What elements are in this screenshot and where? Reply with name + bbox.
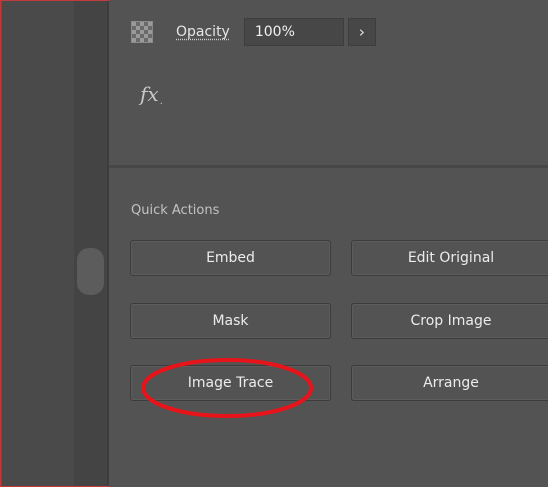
panel-scroll-track	[74, 1, 107, 486]
highlight-ellipse	[141, 358, 313, 418]
left-gutter	[2, 1, 74, 486]
fx-icon[interactable]: fx.	[140, 82, 163, 107]
fx-icon-dot: .	[159, 96, 163, 107]
scrollbar-thumb[interactable]	[77, 248, 104, 295]
fx-icon-glyph: fx	[140, 82, 159, 106]
opacity-input[interactable]: 100%	[243, 18, 344, 46]
opacity-row: Opacity 100% ›	[131, 18, 376, 46]
chevron-right-icon: ›	[358, 23, 365, 41]
opacity-label[interactable]: Opacity	[176, 24, 230, 40]
transparency-icon[interactable]	[131, 21, 153, 43]
opacity-value: 100%	[254, 24, 295, 40]
highlight-annotation	[141, 358, 313, 418]
quick-actions-section: Quick Actions Embed Edit Original Mask C…	[109, 168, 548, 487]
edit-original-button[interactable]: Edit Original	[351, 240, 548, 276]
embed-button[interactable]: Embed	[130, 240, 331, 276]
arrange-button[interactable]: Arrange	[351, 365, 548, 401]
mask-button[interactable]: Mask	[130, 303, 331, 339]
opacity-expand-button[interactable]: ›	[347, 18, 376, 46]
quick-actions-title: Quick Actions	[131, 203, 220, 218]
crop-image-button[interactable]: Crop Image	[351, 303, 548, 339]
appearance-section: Opacity 100% › fx.	[109, 0, 548, 165]
